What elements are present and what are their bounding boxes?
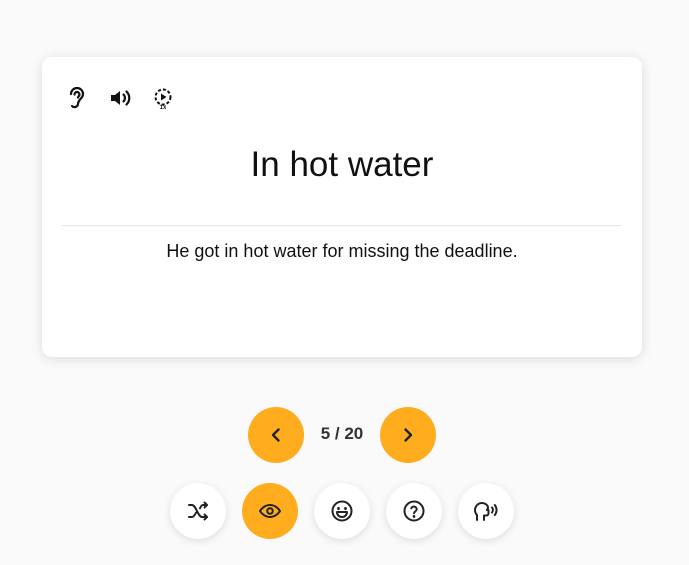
speaker-icon[interactable] (105, 83, 135, 113)
shuffle-button[interactable] (170, 483, 226, 539)
smile-icon (331, 500, 353, 522)
speed-label: 1x (159, 105, 167, 111)
ear-icon[interactable] (62, 83, 92, 113)
flashcard: 1x In hot water He got in hot water for … (42, 57, 642, 357)
eye-icon (259, 504, 281, 518)
flashcard-page: 1x In hot water He got in hot water for … (0, 0, 689, 565)
playback-speed-icon[interactable]: 1x (148, 83, 178, 113)
card-toolbar: 1x (62, 83, 191, 113)
smile-button[interactable] (314, 483, 370, 539)
question-icon (403, 500, 425, 522)
card-counter: 5 / 20 (320, 424, 364, 443)
chevron-right-icon (404, 428, 413, 442)
card-term: In hot water (250, 145, 434, 184)
help-button[interactable] (386, 483, 442, 539)
card-example: He got in hot water for missing the dead… (166, 241, 518, 261)
speak-icon (474, 502, 498, 521)
reveal-button[interactable] (242, 483, 298, 539)
speak-button[interactable] (458, 483, 514, 539)
card-divider (62, 225, 622, 226)
next-button[interactable] (380, 407, 436, 463)
shuffle-icon (188, 501, 208, 521)
prev-button[interactable] (248, 407, 304, 463)
chevron-left-icon (271, 428, 280, 442)
